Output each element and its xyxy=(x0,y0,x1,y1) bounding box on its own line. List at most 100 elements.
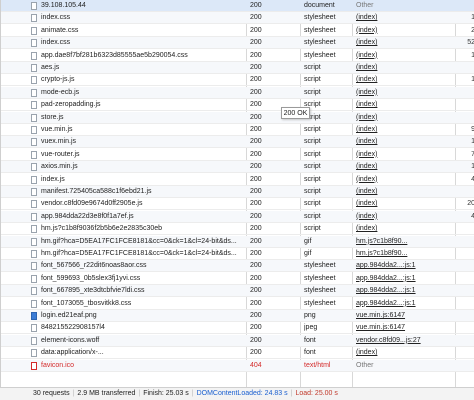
table-row[interactable]: 848215522908157l4 200 jpeg vue.min.js:6147 xyxy=(1,322,474,335)
table-row[interactable]: font_599693_0b5slex3fj1yvi.css 200 stylesh… xyxy=(1,273,474,285)
file-icon xyxy=(31,248,41,260)
table-row[interactable]: favicon.ico 404 text/html Other xyxy=(1,359,474,372)
request-status: 200 xyxy=(250,188,262,195)
request-initiator[interactable]: (index) xyxy=(356,223,456,235)
request-type: gif xyxy=(304,237,312,245)
request-initiator[interactable]: app.984dda2...:js:1 xyxy=(356,260,456,272)
request-type: font xyxy=(304,336,316,344)
request-size xyxy=(459,260,474,272)
request-type: script xyxy=(304,150,321,158)
request-name: mode-ecb.js xyxy=(41,88,80,96)
request-name: 39.108.105.44 xyxy=(41,2,86,9)
request-initiator[interactable]: (index) xyxy=(356,62,456,74)
request-name: element-icons.woff xyxy=(41,336,100,344)
request-status: 200 xyxy=(250,76,262,84)
request-initiator[interactable]: (index) xyxy=(356,25,456,37)
table-row[interactable]: mode-ecb.js 200 script (index) xyxy=(1,86,474,99)
file-icon xyxy=(31,124,41,136)
table-row[interactable]: vue-router.js 200 script (index)7 xyxy=(1,149,474,161)
request-initiator[interactable]: (index) xyxy=(356,149,456,161)
request-initiator[interactable]: app.984dda2...:js:1 xyxy=(356,285,456,297)
image-icon xyxy=(31,310,41,322)
request-size: 2 xyxy=(459,25,474,37)
table-row[interactable]: manifest.725405ca588c1f6ebd21.js 200 scrip… xyxy=(1,186,474,198)
file-icon xyxy=(31,37,41,49)
error-file-icon xyxy=(31,360,41,372)
table-row[interactable]: vendor.c8fd09e9674d0ff2905e.js 200 script (… xyxy=(1,198,474,211)
request-initiator[interactable]: (index) xyxy=(356,174,456,186)
request-initiator[interactable]: (index) xyxy=(356,161,456,173)
table-row[interactable]: vue.min.js 200 script (index)9 xyxy=(1,124,474,136)
table-row[interactable]: element-icons.woff 200 font vendor.c8fd09..… xyxy=(1,334,474,347)
request-type: script xyxy=(304,188,321,195)
table-row[interactable]: data:application/x-... 200 font (index) xyxy=(1,347,474,360)
request-initiator[interactable]: (index) xyxy=(356,198,456,210)
request-type: text/html xyxy=(304,361,331,369)
request-initiator[interactable]: vue.min.js:6147 xyxy=(356,322,456,334)
request-type: script xyxy=(304,64,321,71)
request-size xyxy=(459,310,474,322)
request-name: font_667895_xte3dtcbfvie7ldi.css xyxy=(41,287,145,295)
request-initiator[interactable]: (index) xyxy=(356,112,456,124)
table-row[interactable]: animate.css 200 stylesheet (index)2 xyxy=(1,25,474,37)
table-row[interactable]: hm.js?c1b8f9036f2b5b6e2e2835c30eb 200 scri… xyxy=(1,223,474,236)
table-row[interactable]: app.984dda22d3e8f0f1a7ef.js 200 script (ind… xyxy=(1,210,474,223)
request-name: data:application/x-... xyxy=(41,349,104,357)
request-name: favicon.ico xyxy=(41,361,75,369)
request-initiator[interactable]: (index) xyxy=(356,74,456,86)
table-row[interactable]: index.js 200 script (index)4 xyxy=(1,174,474,186)
request-name: index.css xyxy=(41,39,71,47)
table-row[interactable]: font_567566_r22dit6noas8aor.css 200 styles… xyxy=(1,260,474,273)
request-initiator[interactable]: hm.js?c1b8f90... xyxy=(356,236,456,248)
table-row[interactable]: axios.min.js 200 script (index)1 xyxy=(1,161,474,174)
request-initiator[interactable]: (index) xyxy=(356,347,456,359)
request-initiator[interactable]: (index) xyxy=(356,87,456,99)
request-initiator[interactable]: (index) xyxy=(356,99,456,111)
request-type: script xyxy=(304,163,321,171)
file-icon xyxy=(31,347,41,359)
table-row[interactable]: crypto-js.js 200 script (index)1 xyxy=(1,74,474,87)
request-type: script xyxy=(304,225,321,233)
request-initiator[interactable]: app.984dda2...:js:1 xyxy=(356,298,456,310)
table-row[interactable]: index.css 200 stylesheet (index)1 xyxy=(1,12,474,25)
file-icon xyxy=(31,12,41,24)
table-row[interactable]: vuex.min.js 200 script (index)1 xyxy=(1,136,474,149)
request-initiator[interactable]: (index) xyxy=(356,12,456,24)
request-status: 200 xyxy=(250,64,262,71)
request-initiator[interactable]: (index) xyxy=(356,124,456,136)
request-status: 200 xyxy=(250,39,262,47)
request-name: index.js xyxy=(41,175,65,183)
request-name: manifest.725405ca588c1f6ebd21.js xyxy=(41,188,152,195)
table-row[interactable]: store.js 200 script (index) xyxy=(1,111,474,124)
table-row[interactable]: font_667895_xte3dtcbfvie7ldi.css 200 style… xyxy=(1,285,474,298)
request-initiator[interactable]: (index) xyxy=(356,136,456,148)
request-initiator[interactable]: (index) xyxy=(356,211,456,223)
request-initiator[interactable]: app.984dda2...:js:1 xyxy=(356,273,456,285)
table-row[interactable]: aes.js 200 script (index) xyxy=(1,62,474,74)
table-row[interactable]: index.css 200 stylesheet (index) 52 xyxy=(1,37,474,50)
file-icon xyxy=(31,149,41,161)
file-icon xyxy=(31,223,41,235)
file-icon xyxy=(31,260,41,272)
request-initiator[interactable]: vue.min.js:6147 xyxy=(356,310,456,322)
request-initiator[interactable]: (index) xyxy=(356,186,456,198)
request-initiator[interactable]: vendor.c8fd09...js:27 xyxy=(356,335,456,347)
table-row[interactable]: hm.gif?hca=D5EA17FC1FCE8181&cc=0&ck=1&cl… xyxy=(1,248,474,260)
request-type: png xyxy=(304,312,316,319)
request-initiator[interactable]: (index) xyxy=(356,50,456,62)
table-row[interactable]: hm.gif?hca=D5EA17FC1FCE8181&cc=0&ck=1&cl… xyxy=(1,235,474,248)
request-initiator[interactable]: hm.js?c1b8f90... xyxy=(356,248,456,260)
request-initiator[interactable]: (index) xyxy=(356,37,456,49)
table-row[interactable]: login.ed21eaf.png 200 png vue.min.js:6147 xyxy=(1,310,474,322)
request-status: 200 xyxy=(250,250,262,257)
table-row[interactable]: pad-zeropadding.js 200 script (index) xyxy=(1,99,474,112)
table-row[interactable]: app.dae8f7bf281b6323d85555ae5b290054.css… xyxy=(1,50,474,62)
request-size xyxy=(459,112,474,124)
file-icon xyxy=(31,211,41,223)
table-row[interactable]: 39.108.105.44 200 document Other xyxy=(1,0,474,12)
request-type: jpeg xyxy=(304,324,318,332)
request-name: aes.js xyxy=(41,64,60,71)
load-time: Load: 25.00 s xyxy=(295,390,338,397)
request-size xyxy=(459,360,474,372)
table-row[interactable]: font_1073055_tbosvitkk8.css 200 stylesheet… xyxy=(1,298,474,310)
